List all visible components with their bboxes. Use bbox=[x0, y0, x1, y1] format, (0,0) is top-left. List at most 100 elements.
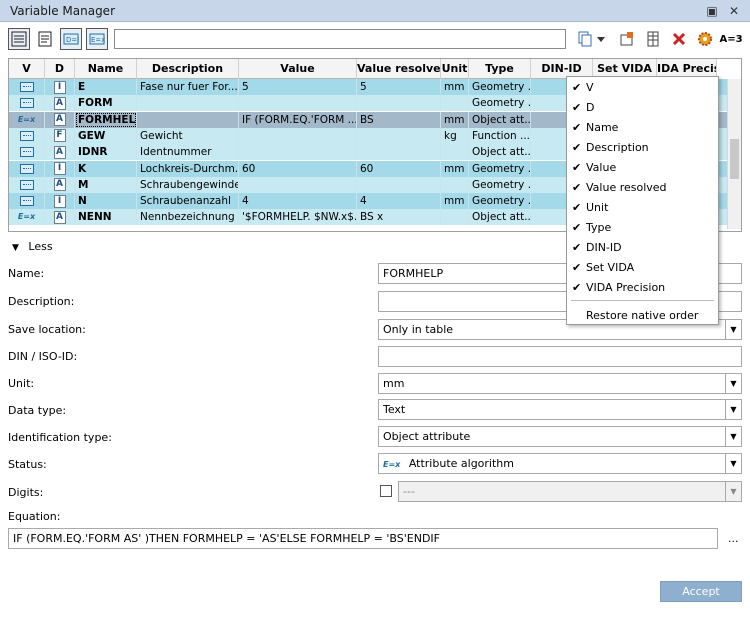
expression-icon: E=x bbox=[383, 460, 401, 469]
scrollbar-thumb[interactable] bbox=[730, 139, 739, 179]
column-header-description[interactable]: Description bbox=[137, 59, 239, 79]
table-view-button[interactable] bbox=[8, 28, 30, 50]
digits-value: --- bbox=[403, 485, 415, 498]
dimension-cell: A bbox=[45, 95, 75, 112]
dimension-cell: I bbox=[45, 79, 75, 95]
toolbar: D=3 E=x A=3 bbox=[0, 28, 750, 54]
digits-checkbox[interactable] bbox=[380, 485, 392, 497]
menu-item-type[interactable]: ✔ Type bbox=[567, 218, 718, 238]
dropdown-arrow-icon bbox=[597, 37, 605, 42]
menu-item-value-resolved[interactable]: ✔ Value resolved bbox=[567, 178, 718, 198]
identification-type-select[interactable]: Object attribute ▼ bbox=[378, 426, 742, 447]
checkmark-icon: ✔ bbox=[572, 201, 582, 214]
checkmark-icon: ✔ bbox=[572, 221, 582, 234]
accept-changes-button[interactable]: Accept changes bbox=[660, 581, 742, 617]
detail-view-button[interactable] bbox=[34, 28, 56, 50]
variable-kind-cell: E=x bbox=[9, 209, 45, 226]
digits-select[interactable]: --- ▼ bbox=[398, 481, 742, 502]
equation-label: Equation: bbox=[8, 510, 61, 523]
menu-item-label: Set VIDA bbox=[586, 261, 635, 274]
cell-description: Lochkreis-Durchm... bbox=[137, 160, 239, 177]
cell-description bbox=[137, 111, 239, 128]
grid-edit-button[interactable] bbox=[642, 28, 664, 50]
cell-value: IF (FORM.EQ.'FORM ... bbox=[239, 111, 357, 128]
restore-button[interactable]: ▣ bbox=[704, 3, 720, 19]
menu-item-label: VIDA Precision bbox=[586, 281, 666, 294]
close-button[interactable]: ✕ bbox=[726, 3, 742, 19]
menu-item-vida-precision[interactable]: ✔ VIDA Precision bbox=[567, 278, 718, 298]
checkmark-icon: ✔ bbox=[572, 241, 582, 254]
cell-resolved bbox=[357, 176, 441, 193]
column-header-v[interactable]: V bbox=[9, 59, 45, 79]
data-type-select[interactable]: Text ▼ bbox=[378, 399, 742, 420]
title-bar: Variable Manager ▣ ✕ bbox=[0, 0, 750, 22]
formula-button[interactable]: A=3 bbox=[718, 28, 744, 50]
cell-value: 60 bbox=[239, 160, 357, 177]
status-select[interactable]: E=x Attribute algorithm ▼ bbox=[378, 453, 742, 474]
column-header-unit[interactable]: Unit bbox=[441, 59, 469, 79]
menu-item-set-vida[interactable]: ✔ Set VIDA bbox=[567, 258, 718, 278]
cell-type: Geometry ... bbox=[469, 79, 531, 95]
chevron-down-icon: ▼ bbox=[725, 454, 741, 473]
dimension-cell: A bbox=[45, 176, 75, 193]
dimension-cell: I bbox=[45, 193, 75, 210]
cell-name: GEW bbox=[75, 127, 137, 144]
identification-type-label: Identification type: bbox=[8, 431, 112, 444]
filter-input[interactable] bbox=[114, 29, 566, 49]
cell-name: M bbox=[75, 176, 137, 193]
variable-icon bbox=[19, 196, 34, 207]
column-header-type[interactable]: Type bbox=[469, 59, 531, 79]
less-toggle[interactable]: ▼ Less bbox=[12, 240, 53, 253]
menu-item-value[interactable]: ✔ Value bbox=[567, 158, 718, 178]
copy-button[interactable] bbox=[574, 28, 596, 50]
cell-value: 4 bbox=[239, 193, 357, 210]
description-label: Description: bbox=[8, 295, 75, 308]
cell-value bbox=[239, 127, 357, 144]
cell-resolved: 60 bbox=[357, 160, 441, 177]
variables-icon: D=3 bbox=[63, 33, 79, 45]
edit-button[interactable] bbox=[616, 28, 638, 50]
unit-select[interactable]: mm ▼ bbox=[378, 373, 742, 394]
checkmark-icon: ✔ bbox=[572, 101, 582, 114]
cell-type: Function ... bbox=[469, 127, 531, 144]
copy-dropdown-button[interactable] bbox=[594, 28, 608, 50]
column-chooser-menu: Restore native order ✔ V ✔ D ✔ Name ✔ Descripti… bbox=[566, 76, 719, 325]
cell-name: FORMHELP bbox=[75, 111, 137, 128]
din-iso-id-input[interactable] bbox=[378, 346, 742, 367]
identification-type-value: Object attribute bbox=[383, 430, 471, 443]
menu-item-label: V bbox=[586, 81, 594, 94]
save-location-label: Save location: bbox=[8, 323, 86, 336]
variable-kind-cell bbox=[9, 193, 45, 210]
menu-item-din-id[interactable]: ✔ DIN-ID bbox=[567, 238, 718, 258]
settings-button[interactable] bbox=[694, 28, 716, 50]
equation-editor-button[interactable]: ... bbox=[728, 532, 739, 545]
column-header-d[interactable]: D bbox=[45, 59, 75, 79]
cell-unit: mm bbox=[441, 160, 469, 177]
equation-input[interactable]: IF (FORM.EQ.'FORM AS' )THEN FORMHELP = '… bbox=[8, 528, 718, 549]
show-variables-button[interactable]: D=3 bbox=[60, 28, 82, 50]
cell-name: E bbox=[75, 79, 137, 95]
delete-button[interactable] bbox=[668, 28, 690, 50]
column-header-value[interactable]: Value bbox=[239, 59, 357, 79]
column-header-name[interactable]: Name bbox=[75, 59, 137, 79]
status-label: Status: bbox=[8, 458, 47, 471]
variable-icon bbox=[19, 147, 34, 158]
menu-item-d[interactable]: ✔ D bbox=[567, 98, 718, 118]
column-header-value-resolved[interactable]: Value resolved bbox=[357, 59, 441, 79]
menu-item-description[interactable]: ✔ Description bbox=[567, 138, 718, 158]
table-scrollbar[interactable] bbox=[727, 79, 741, 229]
cell-value: '$FORMHELP. $NW.x$... bbox=[239, 209, 357, 226]
cell-unit: mm bbox=[441, 79, 469, 95]
dimension-type-icon: I bbox=[53, 194, 66, 208]
menu-item-v[interactable]: ✔ V bbox=[567, 78, 718, 98]
dimension-type-icon: A bbox=[53, 210, 66, 224]
cell-description: Fase nur fuer For... bbox=[137, 79, 239, 95]
cell-type: Geometry ... bbox=[469, 160, 531, 177]
menu-item-name[interactable]: ✔ Name bbox=[567, 118, 718, 138]
dimension-type-icon: A bbox=[53, 145, 66, 159]
menu-item-unit[interactable]: ✔ Unit bbox=[567, 198, 718, 218]
gear-icon bbox=[698, 32, 712, 46]
show-expressions-button[interactable]: E=x bbox=[86, 28, 108, 50]
dimension-cell: F bbox=[45, 127, 75, 144]
restore-native-order-item[interactable]: Restore native order bbox=[567, 306, 718, 326]
